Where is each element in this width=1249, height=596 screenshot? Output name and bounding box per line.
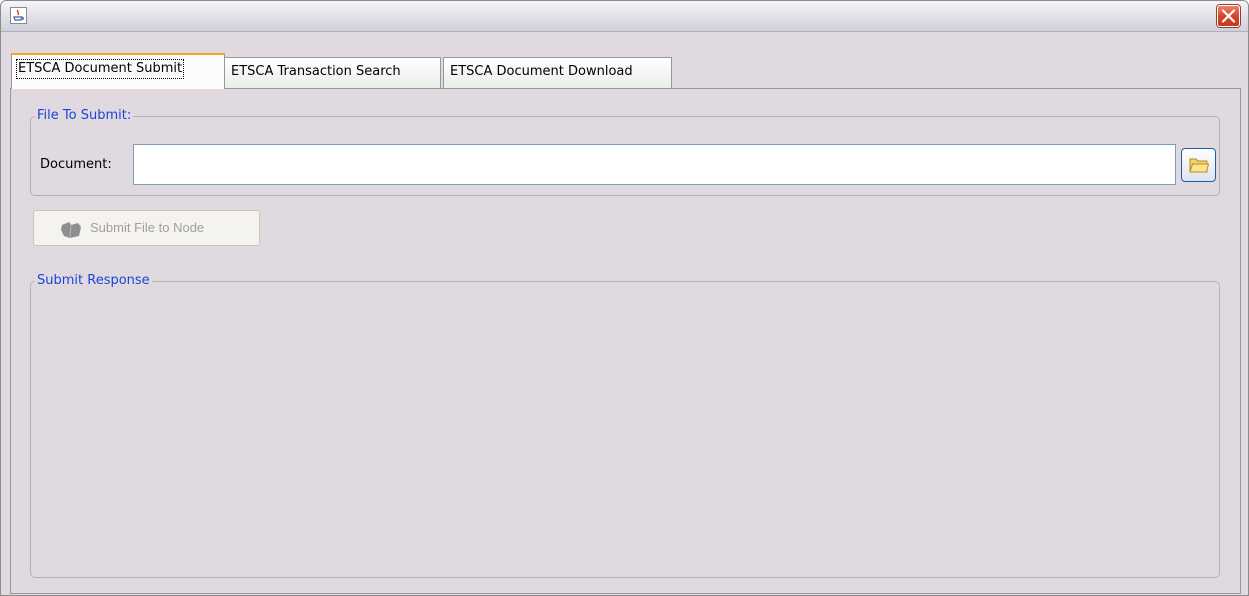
- submit-response-title: Submit Response: [35, 273, 152, 289]
- folder-icon: [1189, 158, 1209, 173]
- submit-button-label: Submit File to Node: [90, 220, 205, 235]
- app-window: ETSCA Document Submit ETSCA Transaction …: [0, 0, 1249, 596]
- node-icon: [61, 221, 81, 239]
- tab-document-download[interactable]: ETSCA Document Download: [443, 57, 672, 88]
- title-bar[interactable]: [1, 1, 1248, 32]
- close-button[interactable]: [1217, 5, 1240, 27]
- tab-label: ETSCA Document Submit: [15, 59, 185, 79]
- document-submit-panel: File To Submit: Document: Submit File to…: [10, 88, 1241, 594]
- close-icon: [1221, 9, 1236, 23]
- submit-response-group: Submit Response: [30, 273, 1220, 578]
- file-to-submit-title: File To Submit:: [35, 108, 134, 124]
- document-label: Document:: [40, 157, 112, 172]
- browse-button[interactable]: [1181, 148, 1216, 182]
- tab-transaction-search[interactable]: ETSCA Transaction Search: [224, 57, 441, 88]
- submit-file-to-node-button[interactable]: Submit File to Node: [33, 210, 260, 246]
- tab-label: ETSCA Document Download: [450, 64, 633, 79]
- submit-response-area: [39, 296, 1211, 569]
- file-to-submit-group: File To Submit: Document:: [30, 108, 1220, 196]
- tab-label: ETSCA Transaction Search: [231, 64, 401, 79]
- document-path-input[interactable]: [133, 144, 1176, 185]
- java-app-icon[interactable]: [10, 7, 27, 24]
- tab-document-submit[interactable]: ETSCA Document Submit: [11, 53, 225, 89]
